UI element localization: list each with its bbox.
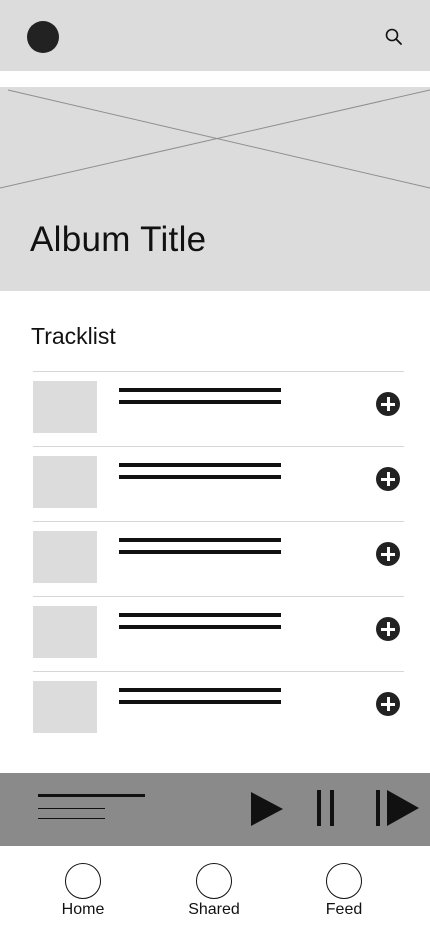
now-playing-text-placeholder [38,794,146,824]
add-track-button[interactable] [376,617,400,641]
skip-next-button[interactable] [375,789,420,827]
nav-home-label: Home [61,901,105,918]
mini-player[interactable] [0,773,430,846]
album-title: Album Title [30,220,207,259]
track-row[interactable] [33,446,404,521]
track-thumbnail [33,456,97,508]
track-thumbnail [33,681,97,733]
album-hero: Album Title [0,87,430,291]
track-text-placeholder [119,388,281,408]
track-row[interactable] [33,671,404,746]
pause-button[interactable] [316,789,336,827]
search-button[interactable] [383,26,405,48]
home-icon [65,863,101,899]
track-text-placeholder [119,613,281,633]
search-icon [385,28,402,45]
track-row[interactable] [33,521,404,596]
avatar[interactable] [27,21,59,53]
add-track-button[interactable] [376,542,400,566]
track-text-placeholder [119,688,281,708]
bottom-navigation: Home Shared Feed [0,846,430,932]
nav-feed-label: Feed [325,901,363,918]
play-button[interactable] [250,791,284,827]
track-thumbnail [33,606,97,658]
track-row[interactable] [33,371,404,446]
image-placeholder [0,89,430,189]
add-track-button[interactable] [376,392,400,416]
track-row[interactable] [33,596,404,671]
pause-icon [317,790,334,826]
add-track-button[interactable] [376,467,400,491]
shared-icon [196,863,232,899]
nav-shared[interactable]: Shared [169,863,259,921]
track-list [33,371,404,746]
play-icon [251,792,283,826]
track-thumbnail [33,381,97,433]
nav-feed[interactable]: Feed [299,863,389,921]
tracklist-heading: Tracklist [31,323,116,349]
top-app-bar [0,0,430,71]
track-text-placeholder [119,538,281,558]
track-text-placeholder [119,463,281,483]
add-track-button[interactable] [376,692,400,716]
skip-next-icon [376,790,419,826]
track-thumbnail [33,531,97,583]
nav-shared-label: Shared [188,901,240,918]
feed-icon [326,863,362,899]
nav-home[interactable]: Home [38,863,128,921]
